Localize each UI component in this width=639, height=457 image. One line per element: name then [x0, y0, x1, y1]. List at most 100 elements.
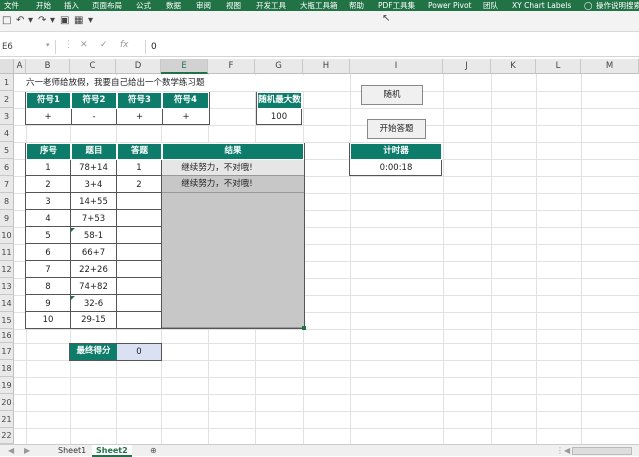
- ribbon-tab-help[interactable]: 帮助: [349, 0, 364, 11]
- quiz-answer[interactable]: 2: [117, 177, 161, 193]
- undo-dropdown-icon[interactable]: ▾: [28, 15, 33, 26]
- column-header-a[interactable]: A: [14, 59, 26, 74]
- quiz-answer[interactable]: [117, 245, 161, 261]
- horizontal-scrollbar[interactable]: [572, 447, 632, 455]
- column-header-f[interactable]: F: [208, 59, 255, 74]
- row-header-19[interactable]: 19: [0, 377, 14, 394]
- quiz-answer[interactable]: 1: [117, 160, 161, 176]
- quiz-answer[interactable]: [117, 312, 161, 328]
- row-header-4[interactable]: 4: [0, 125, 14, 142]
- quiz-no[interactable]: 8: [26, 279, 70, 295]
- quiz-question[interactable]: 14+55: [71, 194, 116, 210]
- symbol3-value[interactable]: +: [116, 109, 162, 125]
- random-max-value[interactable]: 100: [257, 109, 301, 125]
- quiz-question[interactable]: 3+4: [71, 177, 116, 193]
- row-header-14[interactable]: 14: [0, 295, 14, 312]
- column-header-j[interactable]: J: [443, 59, 491, 74]
- select-all-corner[interactable]: [0, 59, 14, 74]
- customize-toolbar-icon[interactable]: ▾: [88, 15, 93, 26]
- row-header-16[interactable]: 16: [0, 329, 14, 343]
- quiz-no[interactable]: 5: [26, 228, 70, 244]
- ribbon-tab-team[interactable]: 团队: [483, 0, 498, 11]
- quiz-no[interactable]: 7: [26, 262, 70, 278]
- symbol4-value[interactable]: +: [162, 109, 209, 125]
- row-header-1[interactable]: 1: [0, 74, 14, 91]
- quiz-no[interactable]: 6: [26, 245, 70, 261]
- row-header-18[interactable]: 18: [0, 360, 14, 377]
- quiz-no[interactable]: 1: [26, 160, 70, 176]
- quiz-question[interactable]: 7+53: [71, 211, 116, 227]
- row-header-20[interactable]: 20: [0, 394, 14, 411]
- quiz-question[interactable]: 78+14: [71, 160, 116, 176]
- redo-dropdown-icon[interactable]: ▾: [50, 15, 55, 26]
- ribbon-tab-insert[interactable]: 插入: [64, 0, 79, 11]
- ribbon-tab-xy-chart-labels[interactable]: XY Chart Labels: [512, 0, 571, 11]
- ribbon-tab-toolbox[interactable]: 大瓶工具箱: [300, 0, 338, 11]
- start-answer-button[interactable]: 开始答题: [367, 119, 426, 139]
- quiz-answer[interactable]: [117, 211, 161, 227]
- column-header-k[interactable]: K: [491, 59, 536, 74]
- row-header-6[interactable]: 6: [0, 159, 14, 176]
- ribbon-tab-file[interactable]: 文件: [4, 0, 19, 11]
- quiz-no[interactable]: 2: [26, 177, 70, 193]
- quiz-question[interactable]: 22+26: [71, 262, 116, 278]
- insert-function-icon[interactable]: fx: [120, 40, 129, 50]
- quiz-question[interactable]: 66+7: [71, 245, 116, 261]
- column-header-l[interactable]: L: [536, 59, 581, 74]
- row-header-2[interactable]: 2: [0, 91, 14, 108]
- redo-icon[interactable]: ↷: [38, 15, 46, 26]
- formula-input[interactable]: 0: [145, 40, 157, 54]
- column-header-m[interactable]: M: [581, 59, 639, 74]
- scroll-right-icon[interactable]: ▶: [20, 445, 34, 457]
- quiz-result[interactable]: 继续努力，不对哦!: [162, 160, 272, 176]
- tell-me-search[interactable]: 操作说明搜索: [596, 0, 639, 11]
- quiz-result[interactable]: 继续努力，不对哦!: [162, 176, 272, 192]
- quiz-question[interactable]: 58-1: [71, 228, 116, 244]
- quiz-answer[interactable]: [117, 262, 161, 278]
- row-header-10[interactable]: 10: [0, 227, 14, 244]
- cancel-icon[interactable]: ✕: [80, 40, 88, 50]
- ribbon-tab-developer[interactable]: 开发工具: [256, 0, 286, 11]
- quiz-no[interactable]: 9: [26, 296, 70, 312]
- symbol2-value[interactable]: -: [71, 109, 116, 125]
- column-header-c[interactable]: C: [70, 59, 116, 74]
- scroll-left-icon[interactable]: ◀: [4, 445, 18, 457]
- column-header-d[interactable]: D: [116, 59, 161, 74]
- quick-print-icon[interactable]: ▦: [74, 15, 83, 26]
- column-header-b[interactable]: B: [26, 59, 70, 74]
- row-header-22[interactable]: 22: [0, 428, 14, 444]
- row-header-8[interactable]: 8: [0, 193, 14, 210]
- row-header-15[interactable]: 15: [0, 312, 14, 329]
- sheet-title[interactable]: 六一老师给放假，我要自己给出一个数学练习题: [26, 75, 326, 91]
- ribbon-tab-data[interactable]: 数据: [166, 0, 181, 11]
- column-header-g[interactable]: G: [255, 59, 303, 74]
- sheet-tab-sheet2[interactable]: Sheet2: [92, 445, 132, 457]
- ribbon-tab-power-pivot[interactable]: Power Pivot: [428, 0, 471, 11]
- quiz-no[interactable]: 4: [26, 211, 70, 227]
- row-header-5[interactable]: 5: [0, 142, 14, 159]
- column-header-i[interactable]: I: [350, 59, 443, 74]
- row-header-13[interactable]: 13: [0, 278, 14, 295]
- name-box-dropdown-icon[interactable]: ▾: [46, 41, 50, 49]
- column-header-h[interactable]: H: [303, 59, 350, 74]
- column-header-e[interactable]: E: [161, 59, 208, 74]
- quiz-question[interactable]: 32-6: [71, 296, 116, 312]
- ribbon-tab-review[interactable]: 审阅: [196, 0, 211, 11]
- sheet-tab-sheet1[interactable]: Sheet1: [54, 445, 90, 457]
- enter-icon[interactable]: ✓: [100, 40, 108, 50]
- row-header-11[interactable]: 11: [0, 244, 14, 261]
- ribbon-tab-view[interactable]: 视图: [226, 0, 241, 11]
- row-header-21[interactable]: 21: [0, 411, 14, 428]
- print-preview-icon[interactable]: ▣: [60, 15, 69, 26]
- row-header-17[interactable]: 17: [0, 343, 14, 360]
- ribbon-tab-page-layout[interactable]: 页面布局: [92, 0, 122, 11]
- quiz-answer[interactable]: [117, 296, 161, 312]
- quiz-answer[interactable]: [117, 279, 161, 295]
- random-button[interactable]: 随机: [361, 85, 423, 105]
- save-icon[interactable]: □: [2, 15, 11, 26]
- row-header-7[interactable]: 7: [0, 176, 14, 193]
- ribbon-tab-home[interactable]: 开始: [36, 0, 51, 11]
- ribbon-tab-pdf[interactable]: PDF工具集: [378, 0, 415, 11]
- quiz-answer[interactable]: [117, 228, 161, 244]
- quiz-question[interactable]: 29-15: [71, 312, 116, 328]
